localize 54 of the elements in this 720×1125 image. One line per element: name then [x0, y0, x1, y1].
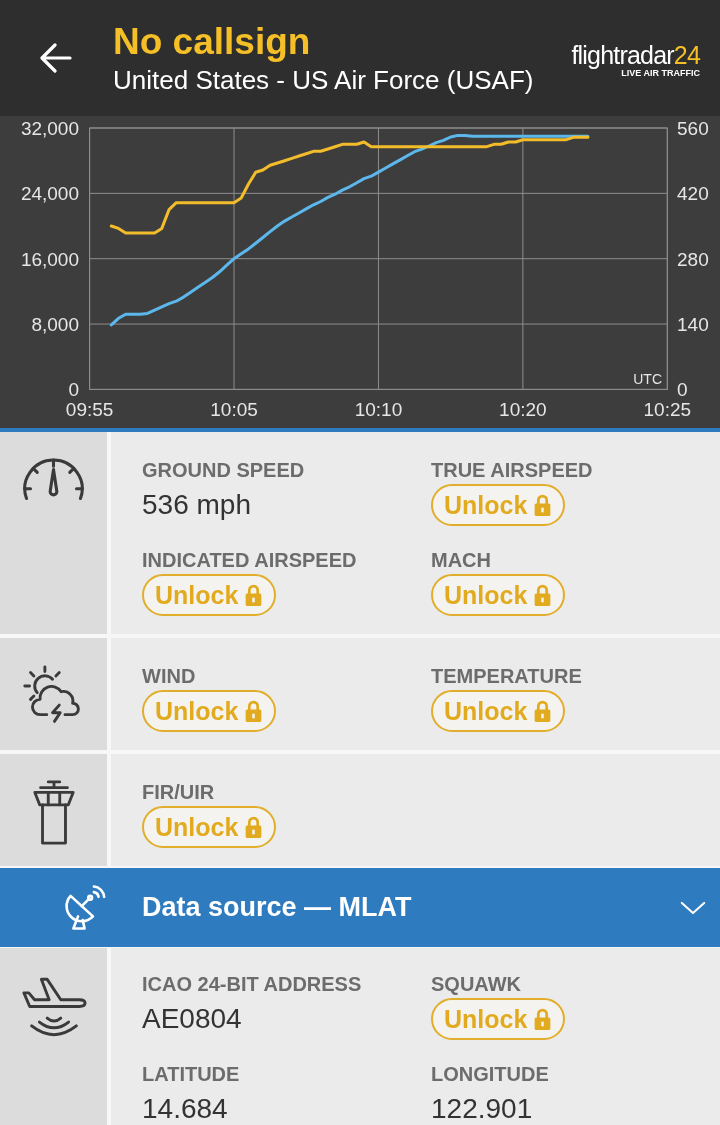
secondary-y-axis-label: 560	[677, 117, 709, 139]
lock-icon	[534, 1008, 552, 1030]
logo-wordmark: flightradar24	[571, 42, 700, 68]
field-label: LONGITUDE	[431, 1062, 549, 1086]
logo-tagline: LIVE AIR TRAFFIC	[621, 68, 700, 78]
field-value: AE0804	[142, 1004, 242, 1034]
unlock-button[interactable]: Unlock	[142, 574, 277, 616]
y-axis-label: 8,000	[31, 313, 79, 335]
y-axis-label: 32,000	[20, 117, 79, 139]
secondary-y-axis-label: 140	[677, 313, 709, 335]
x-axis-label: 10:25	[643, 398, 692, 420]
y-axis-label: 16,000	[20, 248, 79, 270]
secondary-y-axis-label: 280	[677, 248, 709, 270]
unlock-button[interactable]: Unlock	[431, 574, 566, 616]
field-label: FIR/UIR	[142, 780, 215, 804]
field-label: TEMPERATURE	[431, 664, 582, 688]
field-value: 14.684	[142, 1094, 228, 1124]
x-axis-label: 10:20	[499, 398, 547, 420]
field-value: 122.901	[431, 1094, 533, 1124]
unlock-button[interactable]: Unlock	[142, 806, 277, 848]
y-axis-label: 0	[68, 379, 79, 401]
unlock-button[interactable]: Unlock	[431, 690, 566, 732]
field-label: ICAO 24-BIT ADDRESS	[142, 972, 362, 996]
field-label: SQUAWK	[431, 972, 521, 996]
x-axis-label: 09:55	[65, 398, 114, 420]
timezone-label: UTC	[633, 371, 662, 388]
lock-icon	[534, 494, 552, 516]
unlock-button[interactable]: Unlock	[142, 690, 277, 732]
operator-subtitle: United States - US Air Force (USAF)	[113, 64, 534, 96]
y-axis-label: 24,000	[20, 183, 79, 205]
lock-icon	[534, 584, 552, 606]
lock-icon	[245, 700, 263, 722]
flight-title: No callsign	[113, 20, 311, 64]
unlock-button[interactable]: Unlock	[431, 484, 566, 526]
x-axis-label: 10:05	[210, 398, 258, 420]
control-tower-icon	[31, 779, 76, 846]
field-label: WIND	[142, 664, 196, 688]
satellite-dish-icon	[65, 883, 106, 932]
unlock-button[interactable]: Unlock	[431, 998, 566, 1040]
field-value: 536 mph	[142, 490, 251, 520]
back-arrow-icon	[40, 43, 72, 73]
lock-icon	[245, 816, 263, 838]
lock-icon	[534, 700, 552, 722]
field-label: INDICATED AIRSPEED	[142, 548, 357, 572]
field-label: MACH	[431, 548, 491, 572]
data-source-header[interactable]: Data source — MLAT	[0, 868, 720, 947]
x-axis-label: 10:10	[354, 398, 403, 420]
field-label: LATITUDE	[142, 1062, 240, 1086]
chevron-down-icon	[680, 900, 706, 915]
secondary-y-axis-label: 0	[677, 379, 688, 401]
field-label: TRUE AIRSPEED	[431, 458, 593, 482]
secondary-y-axis-label: 420	[677, 183, 709, 205]
lock-icon	[245, 584, 263, 606]
field-label: GROUND SPEED	[142, 458, 305, 482]
